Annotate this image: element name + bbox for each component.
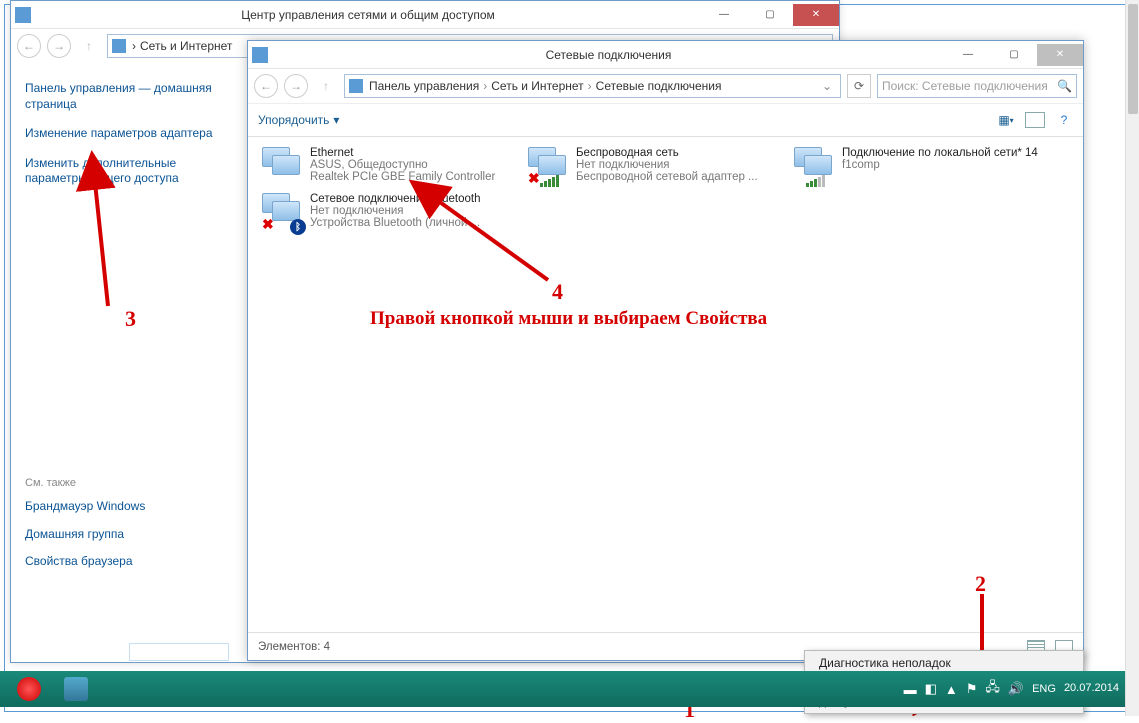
up-button[interactable]: ↑ [77, 34, 101, 58]
link-homegroup[interactable]: Домашняя группа [25, 527, 215, 543]
item-count: Элементов: 4 [258, 641, 330, 653]
annotation-number-2: 2 [975, 571, 986, 597]
connection-item-lan14[interactable]: Подключение по локальной сети* 14 f1comp [794, 147, 1042, 187]
window-title: Центр управления сетями и общим доступом [35, 8, 701, 22]
taskbar: ▬ ◧ ▲ ⚑ 🖧 🔊 ENG 20.07.2014 [0, 671, 1131, 707]
minimize-button[interactable]: — [701, 4, 747, 26]
window-icon [248, 47, 272, 63]
connection-item-wireless[interactable]: ✖ Беспроводная сеть Нет подключения Бесп… [528, 147, 776, 187]
maximize-button[interactable]: ▢ [747, 4, 793, 26]
titlebar: Центр управления сетями и общим доступом… [11, 1, 839, 29]
organize-button[interactable]: Упорядочить ▾ [258, 113, 339, 127]
network-icon [262, 147, 302, 187]
conn-name: Сетевое подключение Bluetooth [310, 193, 481, 205]
bluetooth-icon: ᛒ [290, 219, 306, 235]
conn-name: Ethernet [310, 147, 495, 159]
up-button[interactable]: ↑ [314, 74, 338, 98]
chevron-down-icon: ▾ [333, 113, 339, 127]
conn-status: ASUS, Общедоступно [310, 159, 495, 171]
tray-icon[interactable]: ◧ [925, 681, 937, 697]
toolbar: Упорядочить ▾ ▦▾ ? [248, 103, 1083, 137]
conn-status: Нет подключения [576, 159, 758, 171]
window-network-connections: Сетевые подключения — ▢ ✕ ← → ↑ Панель у… [247, 40, 1084, 661]
refresh-button[interactable]: ⟳ [847, 74, 871, 98]
window-title: Сетевые подключения [272, 48, 945, 62]
forward-button[interactable]: → [47, 34, 71, 58]
conn-device: Беспроводной сетевой адаптер ... [576, 171, 758, 183]
crumb-2[interactable]: Сетевые подключения [596, 79, 722, 93]
search-input[interactable]: Поиск: Сетевые подключения 🔍 [877, 74, 1077, 98]
annotation-number-3: 3 [125, 306, 136, 332]
connection-item-ethernet[interactable]: Ethernet ASUS, Общедоступно Realtek PCIe… [262, 147, 510, 187]
scroll-thumb[interactable] [1128, 4, 1138, 114]
crumb-dropdown-icon[interactable]: ⌄ [822, 79, 836, 93]
nav-row: ← → ↑ Панель управления› Сеть и Интернет… [248, 69, 1083, 103]
conn-status: Нет подключения [310, 205, 481, 217]
conn-name: Подключение по локальной сети* 14 [842, 147, 1038, 159]
decorative-fragment [129, 643, 229, 661]
taskbar-app-opera[interactable] [6, 674, 52, 704]
location-icon [112, 39, 126, 53]
link-home[interactable]: Панель управления — домашняя страница [25, 81, 215, 112]
search-icon: 🔍 [1057, 79, 1072, 93]
help-button[interactable]: ? [1055, 111, 1073, 129]
titlebar: Сетевые подключения — ▢ ✕ [248, 41, 1083, 69]
back-button[interactable]: ← [17, 34, 41, 58]
connection-item-bluetooth[interactable]: ✖ ᛒ Сетевое подключение Bluetooth Нет по… [262, 193, 510, 233]
close-button[interactable]: ✕ [1037, 44, 1083, 66]
close-button[interactable]: ✕ [793, 4, 839, 26]
conn-device: Realtek PCIe GBE Family Controller [310, 171, 495, 183]
maximize-button[interactable]: ▢ [991, 44, 1037, 66]
crumb-1[interactable]: Сеть и Интернет [491, 79, 583, 93]
network-icon [794, 147, 834, 187]
page-scrollbar[interactable] [1125, 0, 1139, 716]
view-options-button[interactable]: ▦▾ [997, 111, 1015, 129]
forward-button[interactable]: → [284, 74, 308, 98]
crumb-0[interactable]: Панель управления [369, 79, 479, 93]
location-icon [349, 79, 363, 93]
volume-icon[interactable]: 🔊 [1008, 681, 1024, 697]
connections-list: Ethernet ASUS, Общедоступно Realtek PCIe… [248, 137, 1083, 243]
back-button[interactable]: ← [254, 74, 278, 98]
search-placeholder: Поиск: Сетевые подключения [882, 79, 1048, 93]
taskbar-app-control-panel[interactable] [54, 674, 100, 704]
tray-icon[interactable]: ▬ [904, 682, 917, 697]
language-indicator[interactable]: ENG [1032, 683, 1056, 695]
link-browser-props[interactable]: Свойства браузера [25, 554, 215, 570]
conn-status: f1comp [842, 159, 1038, 171]
clock[interactable]: 20.07.2014 [1064, 682, 1125, 695]
link-adapter-settings[interactable]: Изменение параметров адаптера [25, 126, 215, 142]
network-icon: ✖ [528, 147, 568, 187]
link-firewall[interactable]: Брандмауэр Windows [25, 499, 215, 515]
preview-pane-button[interactable] [1025, 112, 1045, 128]
see-also-label: См. также [25, 477, 215, 489]
network-icon[interactable]: 🖧 [985, 678, 1000, 700]
action-center-icon[interactable]: ⚑ [966, 681, 978, 697]
network-icon: ✖ ᛒ [262, 193, 302, 233]
window-icon [11, 7, 35, 23]
tray-hidden-icons[interactable]: ▲ [945, 682, 958, 697]
organize-label: Упорядочить [258, 113, 329, 127]
control-panel-sidebar: Панель управления — домашняя страница Из… [11, 63, 229, 662]
minimize-button[interactable]: — [945, 44, 991, 66]
disconnected-icon: ✖ [262, 216, 274, 233]
date: 20.07.2014 [1064, 682, 1119, 695]
signal-bars-icon [806, 175, 825, 187]
crumb-root: Сеть и Интернет [136, 39, 232, 53]
annotation-number-4: 4 [552, 279, 563, 305]
link-sharing-settings[interactable]: Изменить дополнительные параметры общего… [25, 156, 215, 187]
annotation-instruction: Правой кнопкой мыши и выбираем Свойства [370, 308, 767, 330]
conn-name: Беспроводная сеть [576, 147, 758, 159]
breadcrumb[interactable]: Панель управления› Сеть и Интернет› Сете… [344, 74, 841, 98]
disconnected-icon: ✖ [528, 170, 540, 187]
system-tray: ▬ ◧ ▲ ⚑ 🖧 🔊 ENG 20.07.2014 [904, 678, 1125, 700]
signal-bars-icon [540, 175, 559, 187]
conn-device: Устройства Bluetooth (личной ... [310, 217, 481, 229]
